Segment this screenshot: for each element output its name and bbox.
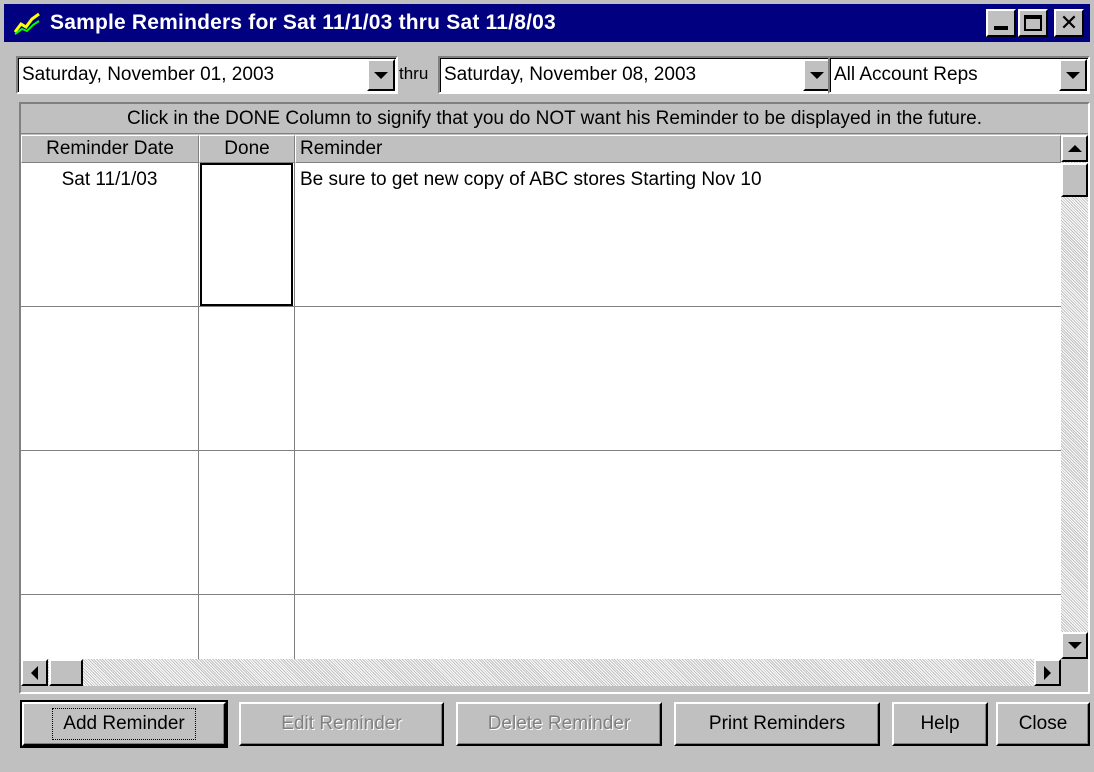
add-reminder-button[interactable]: Add Reminder <box>20 700 228 748</box>
reminder-cell[interactable] <box>295 595 1061 659</box>
grid-body: Sat 11/1/03 Be sure to get new copy of A… <box>21 163 1061 659</box>
scroll-down-button[interactable] <box>1061 632 1088 659</box>
maximize-icon <box>1024 15 1042 31</box>
edit-reminder-button[interactable]: Edit Reminder <box>239 702 444 746</box>
close-icon: ✕ <box>1059 10 1079 35</box>
account-rep-dropdown-button[interactable] <box>1059 59 1087 91</box>
maximize-button[interactable] <box>1018 9 1048 37</box>
title-bar[interactable]: Sample Reminders for Sat 11/1/03 thru Sa… <box>4 4 1090 42</box>
done-cell[interactable] <box>199 595 295 659</box>
close-label: Close <box>1018 713 1068 734</box>
scroll-up-button[interactable] <box>1061 135 1088 162</box>
vertical-scrollbar[interactable] <box>1061 135 1088 659</box>
print-reminders-button[interactable]: Print Reminders <box>674 702 880 746</box>
table-row[interactable]: Sat 11/1/03 Be sure to get new copy of A… <box>21 163 1061 307</box>
column-header-reminder-date[interactable]: Reminder Date <box>21 135 199 163</box>
close-window-button[interactable]: ✕ <box>1054 9 1084 37</box>
print-reminders-label: Print Reminders <box>708 713 846 734</box>
grid-header: Reminder Date Done Reminder <box>21 135 1061 163</box>
arrow-left-icon <box>31 665 38 680</box>
start-date-combo[interactable]: Saturday, November 01, 2003 <box>16 56 398 94</box>
end-date-combo[interactable]: Saturday, November 08, 2003 <box>438 56 834 94</box>
done-cell[interactable] <box>199 307 295 450</box>
reminder-cell[interactable]: Be sure to get new copy of ABC stores St… <box>295 163 1061 306</box>
arrow-down-icon <box>1067 642 1082 649</box>
done-cell[interactable] <box>199 451 295 594</box>
reminder-date-cell[interactable] <box>21 307 199 450</box>
chevron-down-icon <box>1066 71 1080 79</box>
column-header-reminder[interactable]: Reminder <box>295 135 1061 163</box>
filter-bar: Saturday, November 01, 2003 thru Saturda… <box>16 56 1090 94</box>
chevron-down-icon <box>374 71 388 79</box>
column-header-done[interactable]: Done <box>199 135 295 163</box>
end-date-value: Saturday, November 08, 2003 <box>444 64 697 85</box>
chevron-down-icon <box>810 71 824 79</box>
start-date-dropdown-button[interactable] <box>367 59 395 91</box>
delete-reminder-label: Delete Reminder <box>487 713 631 734</box>
reminder-date-cell[interactable] <box>21 595 199 659</box>
reminder-cell[interactable] <box>295 307 1061 450</box>
close-button[interactable]: Close <box>996 702 1090 746</box>
reminder-date-cell[interactable]: Sat 11/1/03 <box>21 163 199 306</box>
edit-reminder-label: Edit Reminder <box>281 713 402 734</box>
horizontal-scrollbar[interactable] <box>21 659 1061 686</box>
arrow-up-icon <box>1067 145 1082 152</box>
horizontal-scroll-thumb[interactable] <box>49 659 83 686</box>
help-label: Help <box>920 713 960 734</box>
done-cell-focus <box>200 163 293 306</box>
minimize-button[interactable] <box>986 9 1016 37</box>
scrollbar-corner <box>1061 659 1088 686</box>
start-date-value: Saturday, November 01, 2003 <box>22 64 275 85</box>
window-title: Sample Reminders for Sat 11/1/03 thru Sa… <box>50 11 556 34</box>
account-rep-value: All Account Reps <box>834 64 978 85</box>
reminders-grid: Click in the DONE Column to signify that… <box>19 102 1090 694</box>
account-rep-combo[interactable]: All Account Reps <box>828 56 1090 94</box>
thru-label: thru <box>399 64 429 83</box>
delete-reminder-button[interactable]: Delete Reminder <box>456 702 662 746</box>
table-row[interactable] <box>21 451 1061 595</box>
done-cell[interactable] <box>199 163 295 306</box>
minimize-icon <box>994 26 1008 30</box>
end-date-dropdown-button[interactable] <box>803 59 831 91</box>
vertical-scroll-thumb[interactable] <box>1061 163 1088 197</box>
grid-caption: Click in the DONE Column to signify that… <box>21 104 1088 134</box>
scroll-right-button[interactable] <box>1034 659 1061 686</box>
chart-line-icon <box>10 8 44 38</box>
table-row[interactable] <box>21 595 1061 659</box>
reminder-date-cell[interactable] <box>21 451 199 594</box>
add-reminder-label: Add Reminder <box>52 708 196 740</box>
reminder-cell[interactable] <box>295 451 1061 594</box>
arrow-right-icon <box>1044 665 1051 680</box>
table-row[interactable] <box>21 307 1061 451</box>
help-button[interactable]: Help <box>892 702 988 746</box>
scroll-left-button[interactable] <box>21 659 48 686</box>
